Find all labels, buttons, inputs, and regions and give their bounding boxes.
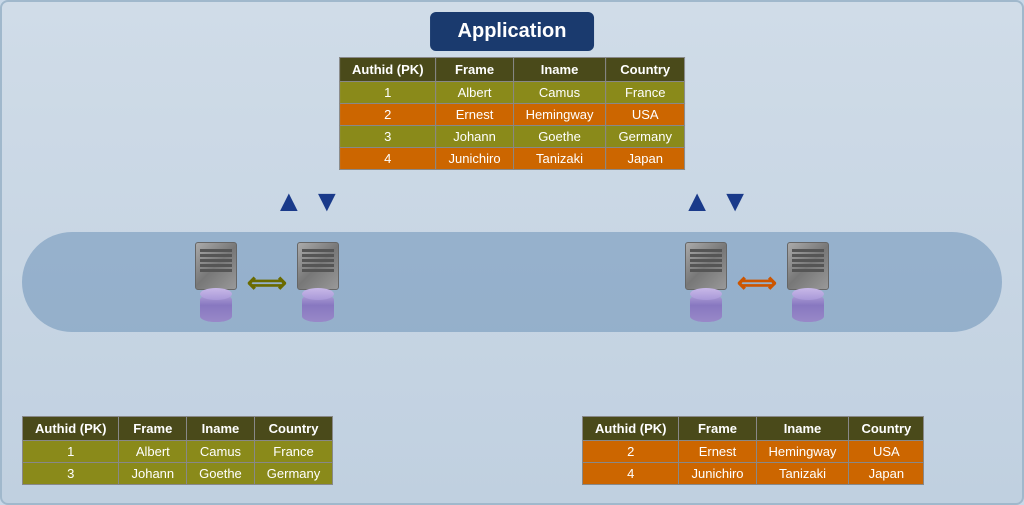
server-box-icon <box>685 242 727 290</box>
table-row: France <box>254 441 332 463</box>
right-table-header-frame: Frame <box>679 417 756 441</box>
table-row: Goethe <box>513 126 606 148</box>
db-cylinder-icon <box>200 294 232 322</box>
table-row: Albert <box>119 441 187 463</box>
left-bottom-table-wrap: Authid (PK) Frame Iname Country 1 Albert… <box>22 416 442 485</box>
table-row: Japan <box>849 463 924 485</box>
db-cylinder-icon <box>690 294 722 322</box>
server-box-icon <box>195 242 237 290</box>
down-arrow-icon: ▼ <box>312 185 342 218</box>
right-server-2 <box>787 242 829 322</box>
table-row: 1 <box>340 82 436 104</box>
left-vertical-arrows: ▲ ▼ <box>274 187 342 217</box>
down-arrow-icon: ▼ <box>720 185 750 218</box>
table-row: France <box>606 82 684 104</box>
db-cylinder-icon <box>302 294 334 322</box>
right-horizontal-arrow: ⟺ <box>737 266 777 299</box>
table-row: 3 <box>23 463 119 485</box>
table-row: 3 <box>340 126 436 148</box>
table-row: Hemingway <box>513 104 606 126</box>
table-row: Johann <box>119 463 187 485</box>
left-table-header-country: Country <box>254 417 332 441</box>
table-row: Junichiro <box>436 148 513 170</box>
table-row: Camus <box>513 82 606 104</box>
table-row: 4 <box>583 463 679 485</box>
left-table: Authid (PK) Frame Iname Country 1 Albert… <box>22 416 333 485</box>
table-row: Tanizaki <box>513 148 606 170</box>
server-box-icon <box>787 242 829 290</box>
right-table-header-country: Country <box>849 417 924 441</box>
right-table-header-authid: Authid (PK) <box>583 417 679 441</box>
left-table-header-iname: Iname <box>187 417 255 441</box>
table-row: USA <box>606 104 684 126</box>
right-server-1 <box>685 242 727 322</box>
table-row: Goethe <box>187 463 255 485</box>
table-row: Johann <box>436 126 513 148</box>
main-table-header-frame: Frame <box>436 58 513 82</box>
right-table: Authid (PK) Frame Iname Country 2 Ernest… <box>582 416 924 485</box>
left-server-group: ⟺ <box>195 242 339 322</box>
left-horizontal-arrow: ⟺ <box>247 266 287 299</box>
server-box-icon <box>297 242 339 290</box>
table-row: Junichiro <box>679 463 756 485</box>
bottom-tables: Authid (PK) Frame Iname Country 1 Albert… <box>22 416 1002 485</box>
main-table-header-authid: Authid (PK) <box>340 58 436 82</box>
table-row: Albert <box>436 82 513 104</box>
main-table: Authid (PK) Frame Iname Country 1 Albert… <box>339 57 685 170</box>
left-server-1 <box>195 242 237 322</box>
right-vertical-arrows: ▲ ▼ <box>682 187 750 217</box>
db-cylinder-icon <box>792 294 824 322</box>
app-title: Application <box>430 12 595 51</box>
table-row: 2 <box>583 441 679 463</box>
application-section: Application Authid (PK) Frame Iname Coun… <box>339 12 685 170</box>
table-row: Ernest <box>436 104 513 126</box>
main-table-header-iname: Iname <box>513 58 606 82</box>
left-server-2 <box>297 242 339 322</box>
main-table-header-country: Country <box>606 58 684 82</box>
table-row: USA <box>849 441 924 463</box>
right-server-group: ⟺ <box>685 242 829 322</box>
right-bottom-table-wrap: Authid (PK) Frame Iname Country 2 Ernest… <box>582 416 1002 485</box>
table-row: Ernest <box>679 441 756 463</box>
left-table-header-authid: Authid (PK) <box>23 417 119 441</box>
table-row: Camus <box>187 441 255 463</box>
table-row: 4 <box>340 148 436 170</box>
middle-band: ⟺ ⟺ <box>22 232 1002 332</box>
table-row: Tanizaki <box>756 463 849 485</box>
table-row: Germany <box>254 463 332 485</box>
table-row: 2 <box>340 104 436 126</box>
left-table-header-frame: Frame <box>119 417 187 441</box>
table-row: Japan <box>606 148 684 170</box>
up-arrow-icon: ▲ <box>274 185 304 218</box>
table-row: 1 <box>23 441 119 463</box>
table-row: Germany <box>606 126 684 148</box>
up-arrow-icon: ▲ <box>682 185 712 218</box>
main-container: Application Authid (PK) Frame Iname Coun… <box>0 0 1024 505</box>
right-table-header-iname: Iname <box>756 417 849 441</box>
table-row: Hemingway <box>756 441 849 463</box>
